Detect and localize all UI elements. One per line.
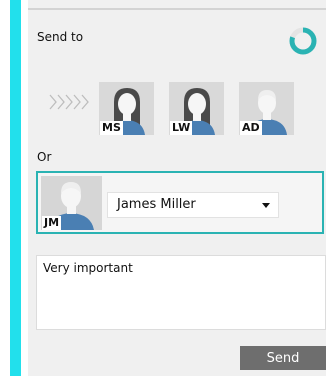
chevron-down-icon (262, 203, 270, 208)
selected-avatar-jm: JM (41, 176, 102, 230)
recipient-initials: AD (240, 121, 262, 135)
dropdown-selected-value: James Miller (117, 197, 196, 212)
progress-ring-icon (289, 27, 317, 55)
recipient-avatar-ad[interactable]: AD (239, 82, 294, 135)
recipient-avatar-lw[interactable]: LW (169, 82, 224, 135)
or-label: Or (37, 150, 52, 164)
top-divider (28, 8, 326, 10)
chevrons-right-icon (49, 94, 89, 110)
send-button[interactable]: Send (240, 346, 326, 370)
recipient-avatar-ms[interactable]: MS (99, 82, 154, 135)
send-to-label: Send to (37, 30, 84, 44)
message-textarea[interactable]: Very important (36, 255, 326, 330)
recipient-initials: MS (100, 121, 123, 135)
accent-bar (10, 0, 21, 376)
selected-initials: JM (42, 216, 62, 230)
recipient-initials: LW (170, 121, 193, 135)
recipient-dropdown[interactable]: James Miller (107, 192, 279, 218)
